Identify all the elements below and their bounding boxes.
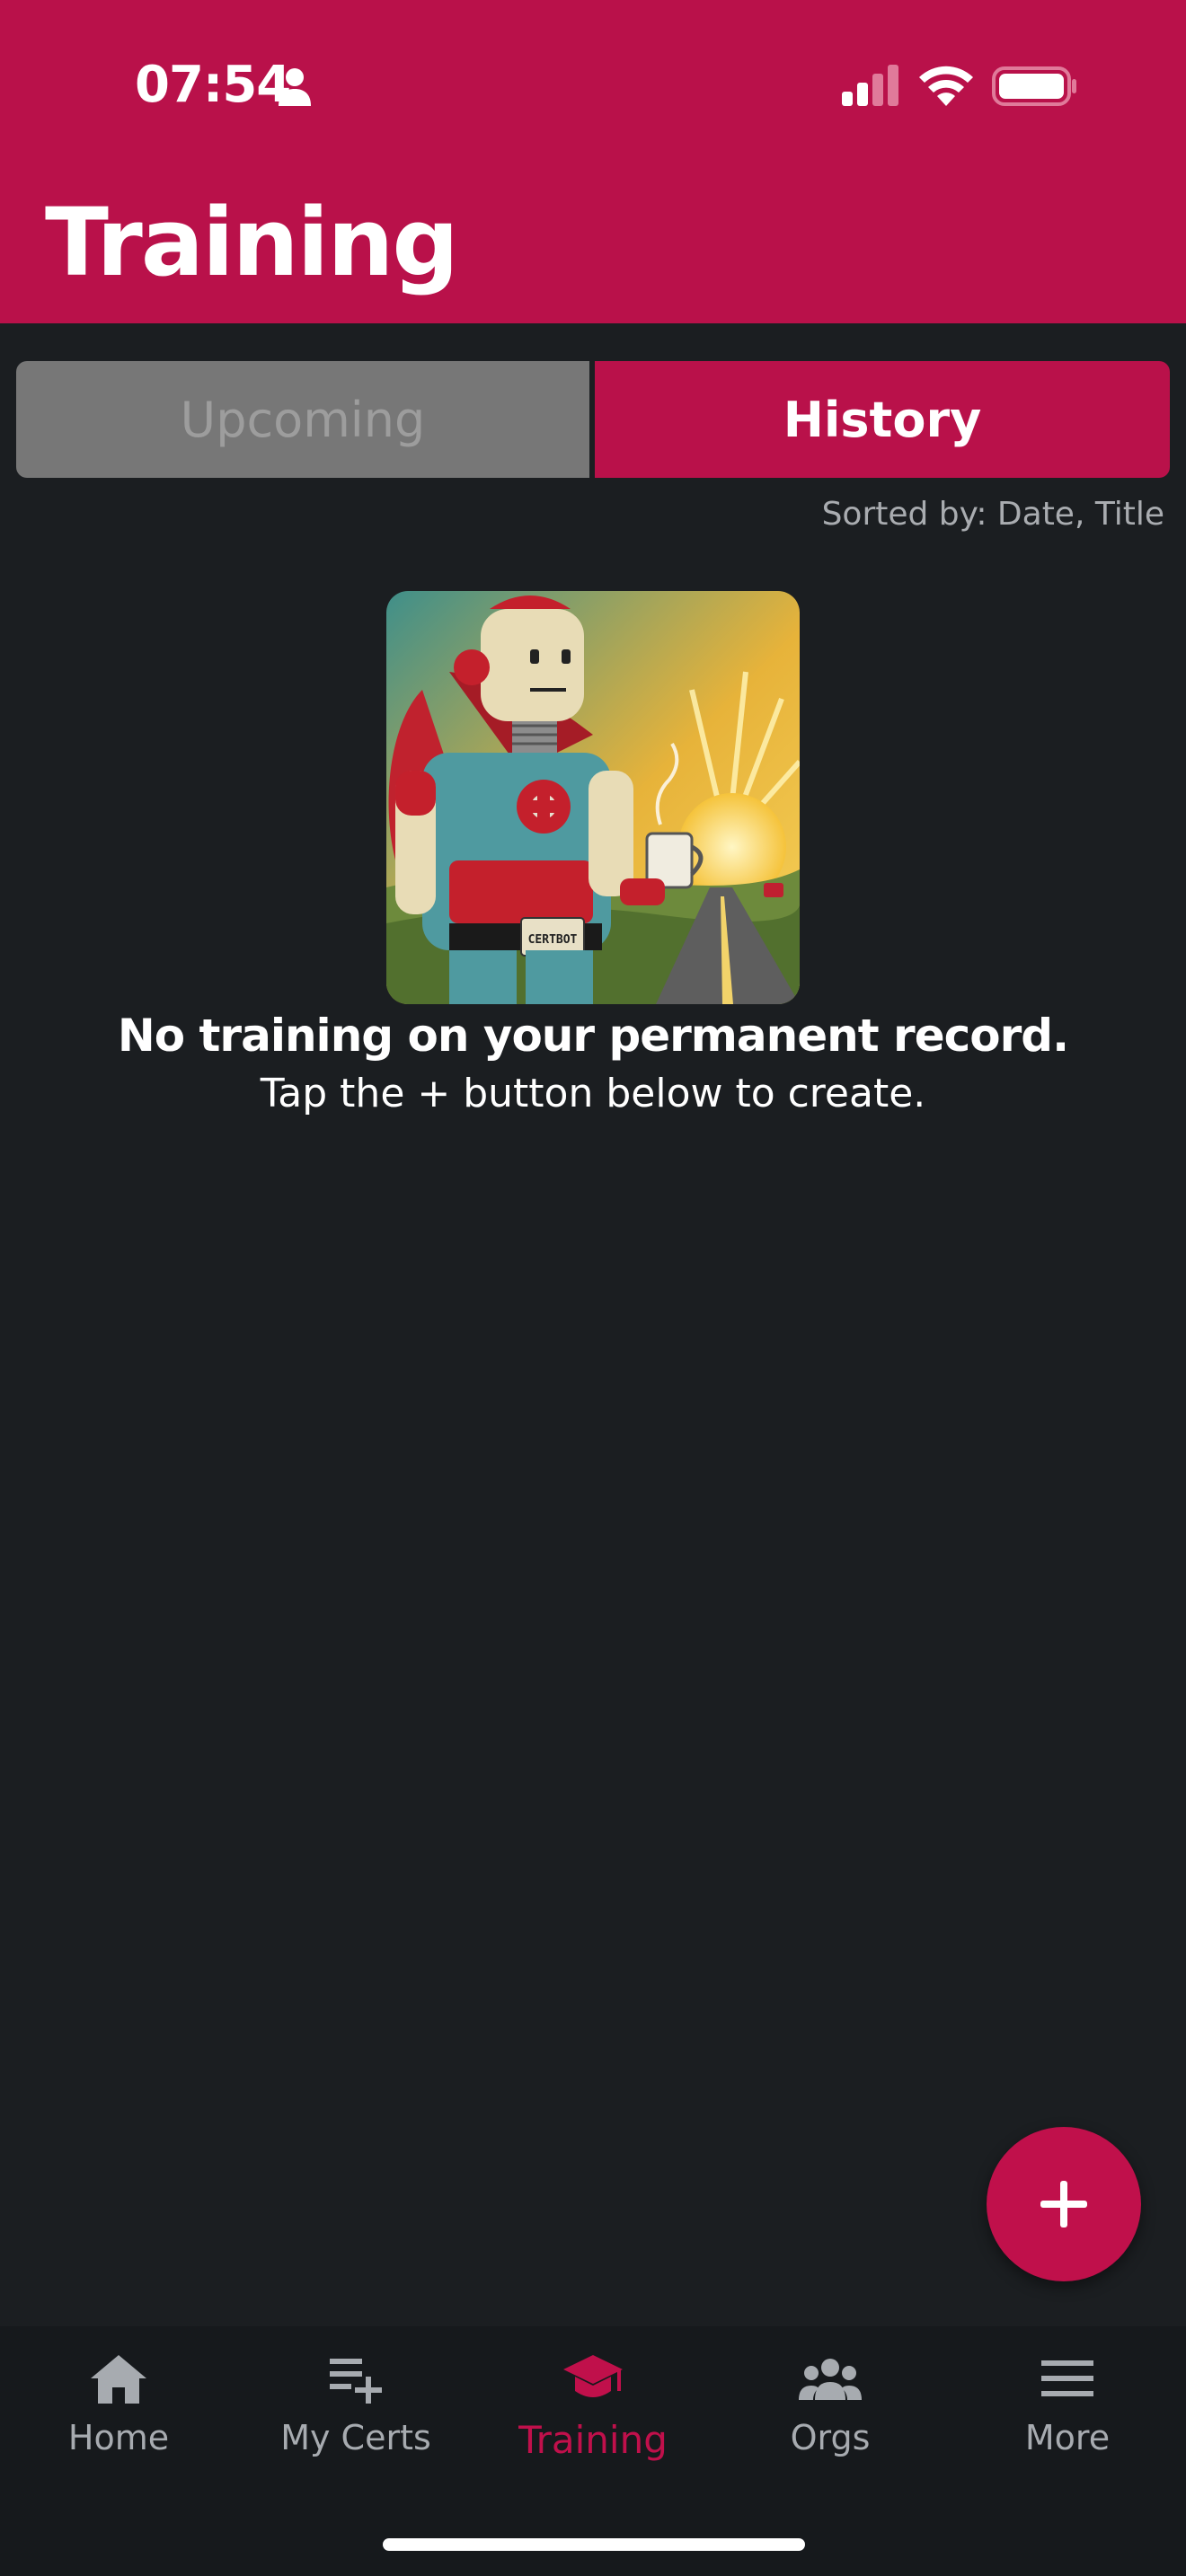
nav-my-certs[interactable]: My Certs [257, 2351, 455, 2486]
status-time: 07:54 [135, 56, 291, 114]
nav-label-more: More [1024, 2418, 1111, 2457]
empty-state-title: No training on your permanent record. [117, 1010, 1069, 1062]
add-training-button[interactable] [987, 2127, 1141, 2281]
cellular-signal-icon [842, 65, 898, 106]
playlist-add-icon [330, 2359, 382, 2404]
home-icon [91, 2355, 146, 2404]
tab-upcoming[interactable]: Upcoming [16, 361, 589, 478]
person-icon [279, 68, 311, 106]
group-icon [799, 2359, 862, 2400]
nav-label-my-certs: My Certs [280, 2418, 431, 2457]
graduation-cap-icon [563, 2355, 623, 2397]
nav-orgs[interactable]: Orgs [731, 2351, 929, 2486]
training-screen: 07:54 Training Upcoming History Sorted b… [0, 0, 1186, 2576]
wifi-icon [919, 66, 973, 106]
certbot-badge-text: CERTBOT [528, 933, 578, 947]
sort-label[interactable]: Sorted by: Date, Title [822, 496, 1164, 533]
tab-history[interactable]: History [595, 361, 1170, 478]
nav-label-home: Home [67, 2418, 170, 2457]
home-indicator [383, 2538, 805, 2551]
robot-mascot-illustration: CERTBOT [386, 591, 800, 1004]
nav-more[interactable]: More [969, 2351, 1166, 2486]
empty-state-subtitle: Tap the + button below to create. [260, 1071, 926, 1116]
nav-label-training: Training [518, 2418, 668, 2462]
menu-icon [1041, 2360, 1093, 2396]
nav-label-orgs: Orgs [790, 2418, 871, 2457]
plus-icon [1040, 2181, 1087, 2228]
nav-training[interactable]: Training [494, 2351, 692, 2486]
page-title: Training [45, 188, 459, 297]
nav-home[interactable]: Home [20, 2351, 217, 2486]
app-header: 07:54 Training [0, 0, 1186, 323]
battery-icon [992, 66, 1076, 106]
